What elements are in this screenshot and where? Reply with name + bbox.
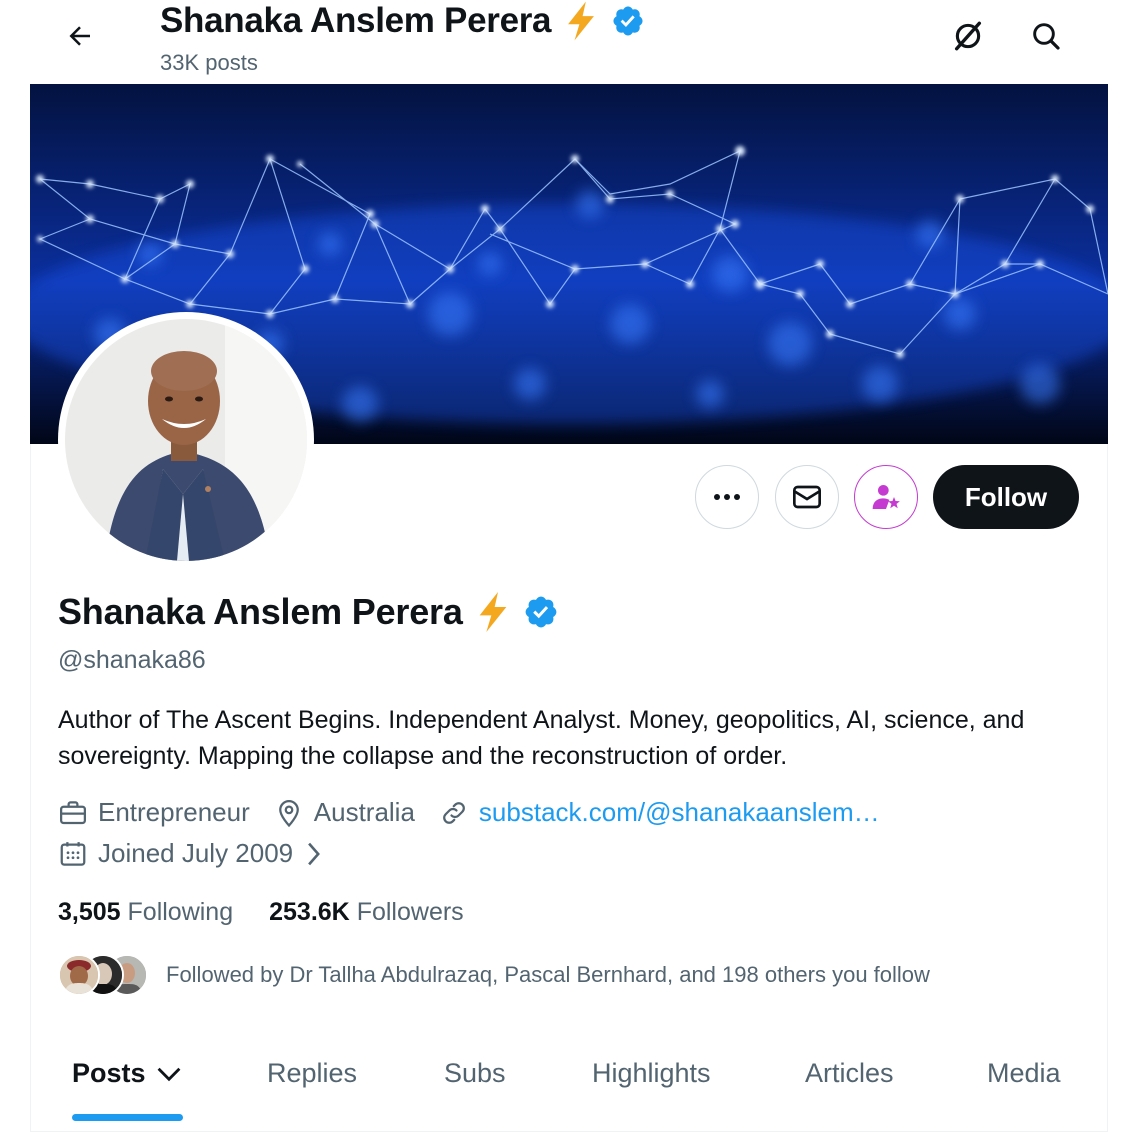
profile-handle: @shanaka86 [58,646,206,674]
location-pin-icon [278,799,299,827]
following-stat[interactable]: 3,505 Following [58,898,233,927]
tab-label: Posts [72,1058,146,1088]
briefcase-icon [60,800,86,824]
profile-name-row: Shanaka Anslem Perera [58,590,559,634]
tab-subs[interactable]: Subs [444,1058,506,1089]
tab-replies[interactable]: Replies [267,1058,357,1089]
profile-name: Shanaka Anslem Perera [58,591,463,632]
header-title: Shanaka Anslem Perera [160,0,645,42]
website-item[interactable]: substack.com/@shanakaanslem… [439,797,880,828]
followers-count: 253.6K [269,898,350,926]
lightning-icon [479,592,507,632]
more-options-button[interactable] [695,465,759,529]
back-button[interactable] [58,14,102,58]
search-button[interactable] [1024,14,1068,58]
subscribe-button[interactable] [854,465,918,529]
following-count: 3,505 [58,898,121,926]
follow-button[interactable]: Follow [933,465,1079,529]
profile-avatar[interactable] [58,312,314,568]
more-icon [714,494,740,500]
tab-highlights[interactable]: Highlights [592,1058,711,1089]
avatar-photo [65,319,307,561]
follower-avatar [58,954,100,996]
posts-count: 33K posts [160,50,258,75]
message-button[interactable] [775,465,839,529]
header-name: Shanaka Anslem Perera [160,1,552,40]
tab-label: Subs [444,1058,506,1088]
profile-meta-row: Entrepreneur Australia substack.com/@sha… [58,797,904,828]
location-text: Australia [313,797,415,827]
profession-text: Entrepreneur [98,797,250,827]
arrow-left-icon [69,26,90,46]
grok-button[interactable] [946,14,990,58]
tab-label: Media [987,1058,1061,1088]
active-tab-indicator [72,1114,183,1121]
verified-badge-icon [613,6,643,36]
joined-text: Joined July 2009 [98,838,294,868]
chevron-down-icon [157,1067,180,1081]
website-link[interactable]: substack.com/@shanakaanslem… [479,797,880,828]
tab-articles[interactable]: Articles [805,1058,894,1089]
followed-by-text[interactable]: Followed by Dr Tallha Abdulrazaq, Pascal… [166,962,930,988]
calendar-icon [60,841,86,866]
mail-icon [793,485,821,509]
tab-posts[interactable]: Posts [72,1058,182,1089]
profile-bio: Author of The Ascent Begins. Independent… [58,706,1025,770]
profile-tabs: Posts Replies Subs Highlights Articles M… [30,1040,1108,1132]
verified-badge-icon[interactable] [523,594,559,630]
followers-label: Followers [356,898,464,926]
chevron-right-icon [308,842,321,865]
followed-by-avatars [58,954,148,996]
tab-label: Articles [805,1058,894,1088]
search-icon [1033,23,1060,50]
tab-label: Replies [267,1058,358,1088]
tab-media[interactable]: Media [987,1058,1061,1089]
following-label: Following [127,898,234,926]
joined-row[interactable]: Joined July 2009 [58,838,347,869]
lightning-icon [568,1,595,41]
followed-by-row[interactable]: Followed by Dr Tallha Abdulrazaq, Pascal… [58,954,930,996]
joined-item[interactable]: Joined July 2009 [58,838,323,869]
follow-stats: 3,505 Following 253.6K Followers [58,898,464,927]
location-item: Australia [274,797,415,828]
subscribe-user-star-icon [872,485,900,509]
link-icon [443,801,465,824]
followers-stat[interactable]: 253.6K Followers [269,898,464,927]
tab-label: Highlights [592,1058,711,1088]
profession-item: Entrepreneur [58,797,250,828]
top-bar: Shanaka Anslem Perera 33K posts [30,0,1108,84]
grok-icon [954,21,982,51]
